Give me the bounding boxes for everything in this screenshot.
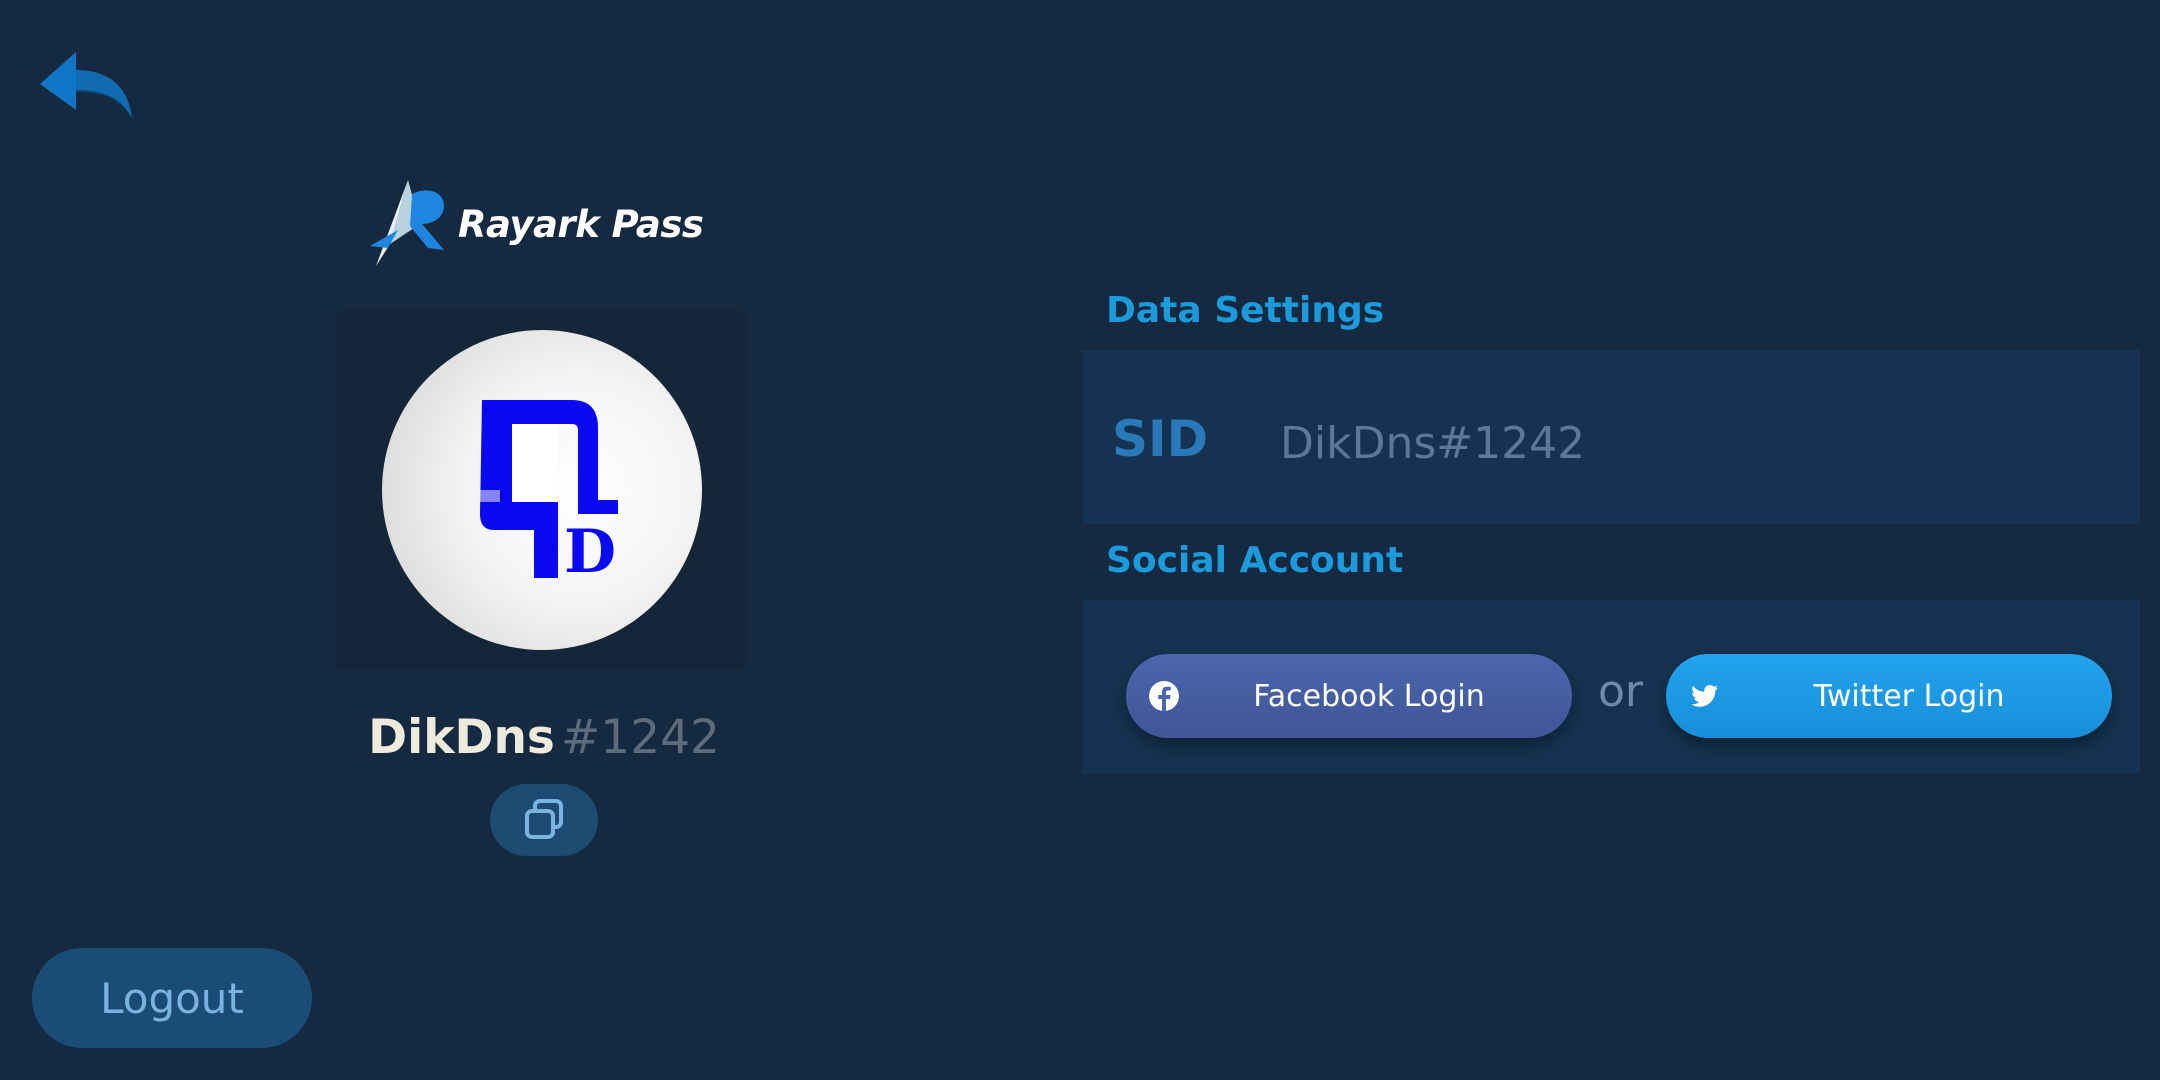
avatar-letter: D (564, 517, 616, 587)
profile-screen: Rayark Pass D DikDns #1242 Logout Data Se… (0, 0, 2160, 1080)
social-account-title: Social Account (1106, 540, 1404, 581)
brand-name: Rayark Pass (458, 202, 704, 246)
qd-avatar-icon: D (480, 400, 618, 587)
data-settings-title: Data Settings (1106, 290, 1385, 331)
sid-label: SID (1112, 410, 1209, 468)
twitter-icon (1691, 684, 1719, 707)
username: DikDns (368, 710, 555, 765)
facebook-icon (1149, 681, 1179, 711)
back-button[interactable] (36, 46, 136, 126)
twitter-login-label: Twitter Login (1813, 678, 2005, 714)
social-panel: Facebook Login or Twitter Login (1082, 600, 2140, 774)
twitter-login-button[interactable]: Twitter Login (1666, 654, 2112, 738)
facebook-login-button[interactable]: Facebook Login (1126, 654, 1572, 738)
copy-icon (525, 799, 563, 839)
rayark-pass-logo: Rayark Pass (368, 176, 704, 272)
rayark-logo-icon (370, 180, 444, 266)
facebook-login-label: Facebook Login (1253, 678, 1485, 714)
copy-id-button[interactable] (490, 784, 598, 856)
sid-value: DikDns#1242 (1280, 418, 1586, 469)
back-arrow-icon (40, 52, 132, 118)
or-separator: or (1598, 666, 1644, 717)
avatar[interactable]: D (382, 330, 702, 650)
user-tag: #1242 (560, 710, 720, 765)
username-display: DikDns #1242 (0, 710, 1088, 765)
logout-button[interactable]: Logout (32, 948, 312, 1048)
sid-panel: SID DikDns#1242 (1082, 350, 2140, 524)
